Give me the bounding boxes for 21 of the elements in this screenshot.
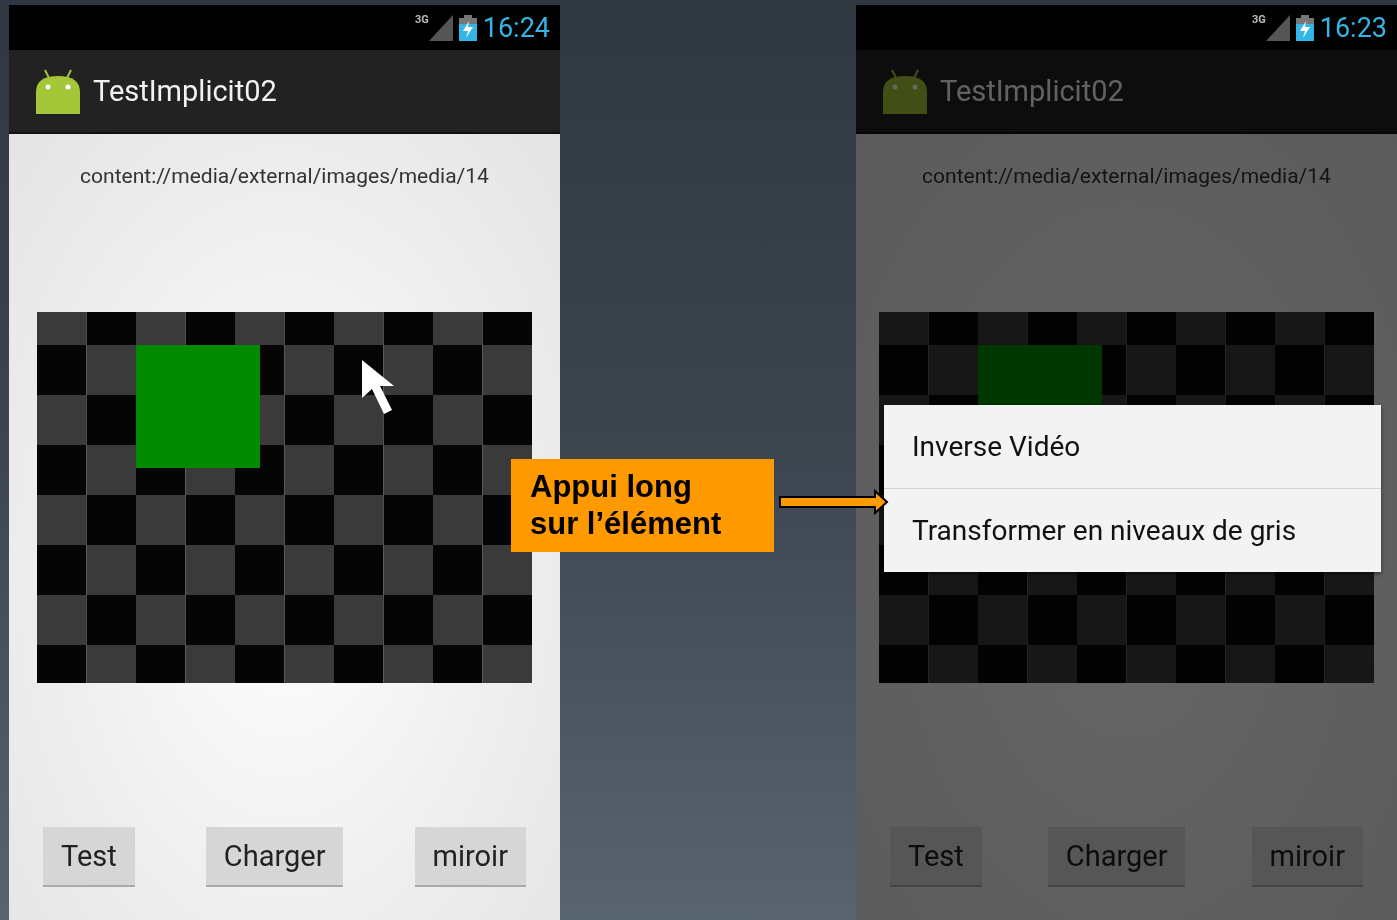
app-title: TestImplicit02 bbox=[93, 74, 277, 108]
arrow-icon bbox=[779, 489, 889, 515]
android-logo-icon bbox=[882, 68, 928, 114]
image-uri-text: content://media/external/images/media/14 bbox=[80, 164, 489, 188]
network-type: 3G bbox=[414, 13, 429, 26]
menu-item[interactable]: Inverse Vidéo bbox=[884, 405, 1381, 489]
battery-charging-icon bbox=[1295, 14, 1314, 41]
battery-charging-icon bbox=[458, 14, 477, 41]
action-button[interactable]: miroir bbox=[414, 827, 526, 887]
menu-item[interactable]: Transformer en niveaux de gris bbox=[884, 489, 1381, 572]
clock-time: 16:23 bbox=[1319, 11, 1387, 44]
callout-label: Appui long sur l’élément bbox=[511, 459, 774, 552]
android-logo-icon bbox=[35, 68, 81, 114]
image-uri-text: content://media/external/images/media/14 bbox=[922, 164, 1331, 188]
action-button[interactable]: Charger bbox=[205, 827, 344, 887]
signal-icon bbox=[1265, 14, 1290, 41]
network-type: 3G bbox=[1251, 13, 1266, 26]
clock-time: 16:24 bbox=[482, 11, 550, 44]
signal-icon bbox=[428, 14, 453, 41]
action-button[interactable]: Test bbox=[43, 827, 135, 887]
app-title: TestImplicit02 bbox=[940, 74, 1124, 108]
